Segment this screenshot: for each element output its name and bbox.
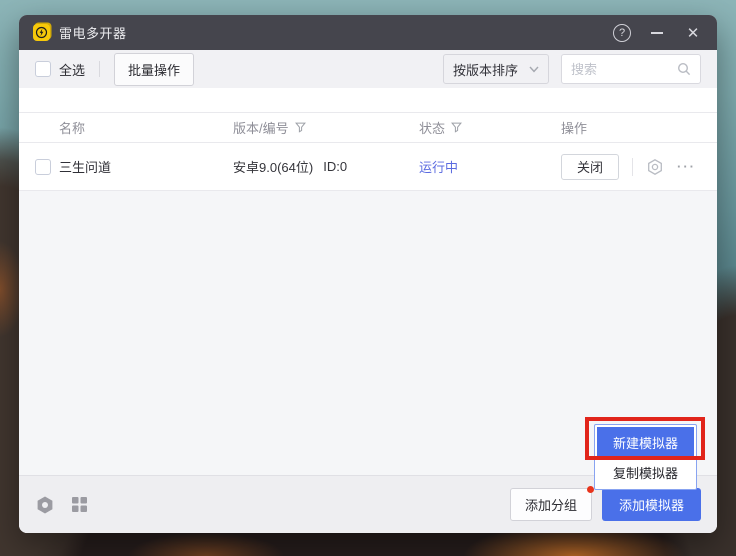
select-all-checkbox[interactable] [35, 61, 51, 77]
column-header-operation: 操作 [561, 118, 701, 137]
desktop-background: 雷电多开器 ? ✕ 全选 批量操作 按版本排序 [0, 0, 736, 556]
filter-icon [451, 122, 462, 133]
menu-item-new-emulator[interactable]: 新建模拟器 [597, 427, 694, 457]
titlebar: 雷电多开器 ? ✕ [19, 15, 717, 50]
grid-view-icon[interactable] [72, 497, 87, 512]
search-icon [677, 62, 691, 76]
search-box [561, 54, 701, 84]
context-menu: 新建模拟器 复制模拟器 [594, 424, 697, 490]
sort-dropdown[interactable]: 按版本排序 [443, 54, 549, 84]
row-settings-icon[interactable] [646, 158, 664, 176]
table-header: 名称 版本/编号 状态 操作 [19, 113, 717, 142]
emulator-version: 安卓9.0(64位) [233, 157, 313, 176]
column-header-name: 名称 [59, 118, 233, 137]
close-icon[interactable]: ✕ [683, 24, 703, 42]
status-badge: 运行中 [419, 157, 561, 176]
help-icon[interactable]: ? [613, 24, 631, 42]
add-emulator-button[interactable]: 添加模拟器 [602, 488, 701, 521]
select-all-label: 全选 [59, 60, 85, 79]
close-emulator-button[interactable]: 关闭 [561, 154, 619, 180]
column-header-version[interactable]: 版本/编号 [233, 118, 419, 137]
toolbar-divider [99, 61, 100, 77]
filter-icon [295, 122, 306, 133]
batch-operations-button[interactable]: 批量操作 [114, 53, 194, 86]
emulator-name: 三生问道 [59, 157, 233, 176]
window-title: 雷电多开器 [59, 23, 127, 42]
search-input[interactable] [571, 62, 677, 77]
sort-dropdown-value: 按版本排序 [453, 60, 529, 79]
toolbar-table-gap [19, 88, 717, 112]
minimize-button[interactable] [647, 23, 667, 43]
row-more-icon[interactable]: ··· [677, 159, 696, 174]
add-group-button[interactable]: 添加分组 [510, 488, 592, 521]
settings-icon[interactable] [35, 495, 55, 515]
app-window: 雷电多开器 ? ✕ 全选 批量操作 按版本排序 [19, 15, 717, 533]
row-checkbox[interactable] [35, 159, 51, 175]
emulator-row[interactable]: 三生问道 安卓9.0(64位) ID:0 运行中 关闭 ··· [19, 143, 717, 190]
chevron-down-icon [529, 66, 539, 73]
toolbar: 全选 批量操作 按版本排序 [19, 50, 717, 88]
emulator-id: ID:0 [323, 159, 347, 174]
app-logo-icon [33, 24, 50, 41]
menu-item-copy-emulator[interactable]: 复制模拟器 [597, 457, 694, 487]
notification-dot [587, 486, 594, 493]
row-divider [632, 158, 633, 176]
column-header-status[interactable]: 状态 [419, 118, 561, 137]
minimize-icon [651, 32, 663, 34]
